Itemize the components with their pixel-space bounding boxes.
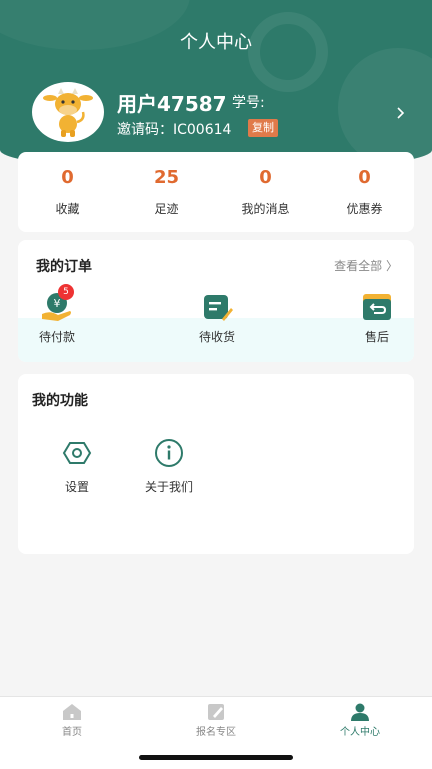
stat-history[interactable]: 25 足迹 (117, 152, 216, 232)
home-icon (63, 704, 81, 720)
avatar[interactable] (32, 82, 104, 142)
info-icon (155, 439, 183, 467)
invite-code: 邀请码：IC00614 (117, 122, 232, 138)
cow-avatar-icon (43, 88, 93, 137)
functions-title: 我的功能 (32, 393, 88, 409)
orders-card: 我的订单 查看全部 〉 ¥ 5 待付款 待收货 售后 (18, 240, 414, 362)
stat-value: 0 (259, 167, 272, 188)
tab-registration[interactable]: 报名专区 (166, 703, 266, 738)
stat-coupons[interactable]: 0 优惠券 (315, 152, 414, 232)
home-indicator (139, 755, 293, 760)
stats-card: 0 收藏 25 足迹 0 我的消息 0 优惠券 (18, 152, 414, 232)
after-sales-icon (363, 294, 391, 320)
page-title: 个人中心 (180, 32, 252, 53)
stat-label: 收藏 (55, 202, 80, 216)
view-all-orders-link[interactable]: 查看全部 〉 (334, 257, 398, 274)
stat-favorites[interactable]: 0 收藏 (18, 152, 117, 232)
stat-label: 优惠券 (346, 202, 383, 216)
tab-label: 个人中心 (340, 727, 380, 738)
username: 用户47587 (117, 92, 227, 116)
user-icon (351, 703, 369, 721)
orders-title: 我的订单 (36, 259, 92, 275)
stat-label: 足迹 (154, 202, 179, 216)
stat-value: 0 (358, 167, 371, 188)
stat-label: 我的消息 (241, 202, 290, 216)
order-after-sales[interactable]: 售后 (342, 292, 412, 345)
functions-card: 我的功能 设置 关于我们 (18, 374, 414, 554)
tab-label: 首页 (62, 727, 82, 738)
function-about-us[interactable]: 关于我们 (134, 438, 204, 495)
svg-text:¥: ¥ (54, 297, 61, 310)
header-decoration (338, 48, 432, 168)
stat-value: 0 (61, 167, 74, 188)
stat-value: 25 (153, 167, 180, 188)
pending-payment-badge: 5 (58, 284, 74, 300)
settings-icon (62, 442, 92, 464)
function-settings[interactable]: 设置 (42, 438, 112, 495)
function-label: 设置 (64, 480, 89, 494)
stat-messages[interactable]: 0 我的消息 (216, 152, 315, 232)
edit-icon (208, 704, 224, 720)
receive-icon (204, 295, 233, 321)
order-label: 售后 (364, 330, 389, 344)
tab-home[interactable]: 首页 (22, 703, 122, 738)
chevron-right-icon[interactable] (396, 106, 406, 124)
function-label: 关于我们 (144, 480, 193, 494)
order-label: 待收货 (198, 330, 235, 344)
order-pending-payment[interactable]: ¥ 5 待付款 (22, 284, 92, 345)
tab-profile[interactable]: 个人中心 (310, 703, 410, 738)
order-pending-receipt[interactable]: 待收货 (182, 292, 252, 345)
tab-label: 报名专区 (196, 727, 236, 738)
profile-header: 个人中心 用户47587 学号: 邀请码：IC00614 复制 (0, 0, 432, 172)
student-number-label: 学号: (232, 95, 265, 111)
order-label: 待付款 (38, 330, 75, 344)
copy-button[interactable]: 复制 (248, 119, 278, 137)
